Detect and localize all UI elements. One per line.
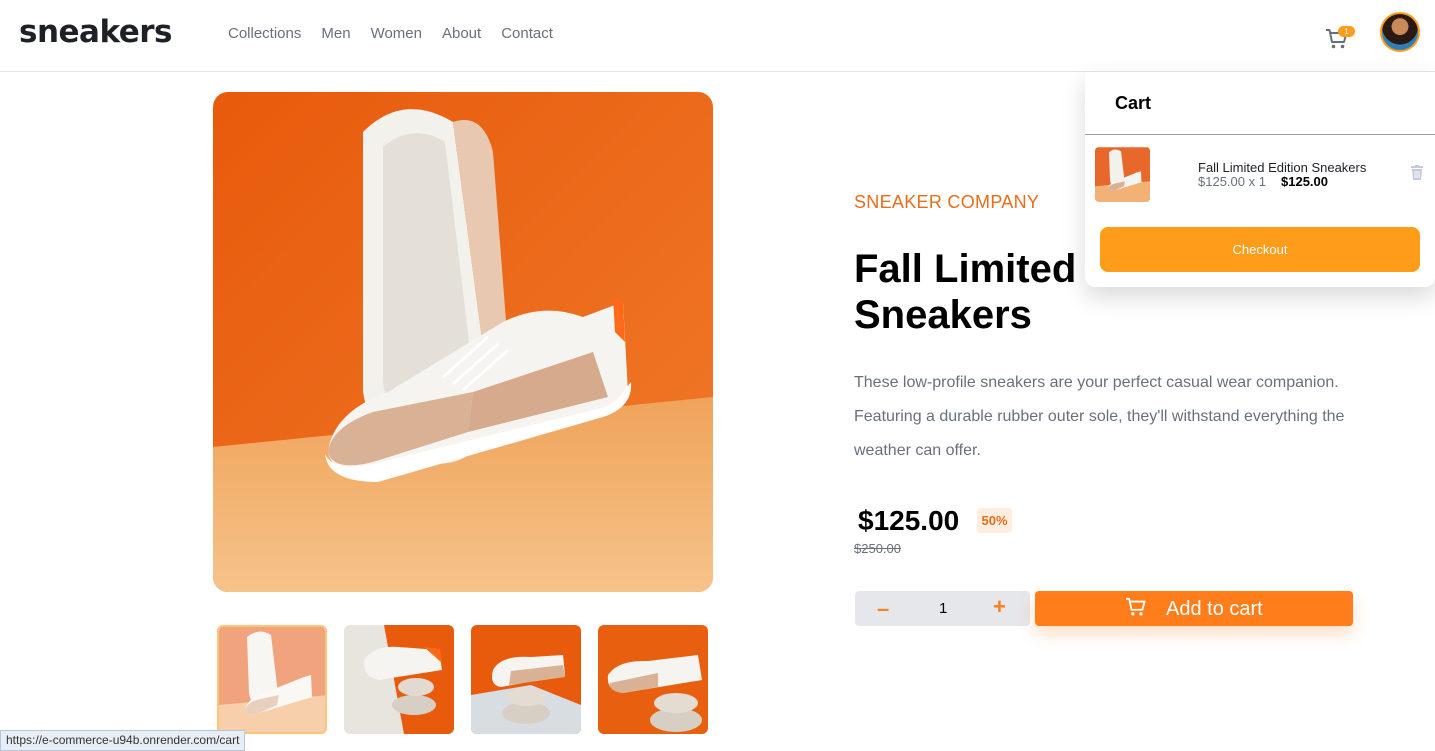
nav-men[interactable]: Men <box>321 25 350 42</box>
thumbnail-3[interactable] <box>471 625 581 734</box>
discount-badge: 50% <box>977 508 1012 533</box>
quantity-stepper: – 1 + <box>855 591 1030 626</box>
product-main-image[interactable] <box>213 92 713 592</box>
nav-collections[interactable]: Collections <box>228 25 301 42</box>
current-price: $125.00 <box>858 505 960 536</box>
thumbnail-1[interactable] <box>217 625 327 734</box>
sneaker-photo <box>213 92 713 592</box>
thumbnail-list <box>217 625 708 734</box>
cart-item-thumbnail <box>1095 147 1150 202</box>
thumbnail-4[interactable] <box>598 625 708 734</box>
quantity-value: 1 <box>939 600 948 617</box>
link-status-bar: https://e-commerce-u94b.onrender.com/car… <box>0 730 246 751</box>
cart-item-price-calc: $125.00 x 1 <box>1198 174 1266 189</box>
increase-quantity-button[interactable]: + <box>993 589 1006 624</box>
cart-item-name: Fall Limited Edition Sneakers <box>1198 160 1367 175</box>
decrease-quantity-button[interactable]: – <box>877 591 889 626</box>
cart-item-total: $125.00 <box>1281 174 1328 189</box>
original-price: $250.00 <box>854 541 901 556</box>
cart-icon <box>1126 597 1146 616</box>
cart-divider <box>1085 134 1435 135</box>
add-to-cart-button[interactable]: Add to cart <box>1035 591 1353 626</box>
nav-about[interactable]: About <box>442 25 481 42</box>
cart-button[interactable]: 1 <box>1325 26 1355 56</box>
delete-icon[interactable] <box>1411 165 1423 185</box>
cart-title: Cart <box>1115 93 1152 113</box>
add-to-cart-label: Add to cart <box>1166 598 1263 620</box>
logo[interactable]: sneakers <box>19 14 173 50</box>
product-description: These low-profile sneakers are your perf… <box>854 374 1345 459</box>
cart-dropdown: Cart Fall Limited Edition Sneakers $125.… <box>1085 72 1435 287</box>
company-name: SNEAKER COMPANY <box>854 192 1040 212</box>
cart-count-badge: 1 <box>1338 26 1355 37</box>
nav-women[interactable]: Women <box>371 25 422 42</box>
main-nav: Collections Men Women About Contact <box>228 25 553 42</box>
nav-contact[interactable]: Contact <box>501 25 553 42</box>
thumbnail-2[interactable] <box>344 625 454 734</box>
checkout-button[interactable]: Checkout <box>1100 227 1420 272</box>
user-avatar[interactable] <box>1380 12 1420 52</box>
site-header: sneakers Collections Men Women About Con… <box>0 0 1435 72</box>
